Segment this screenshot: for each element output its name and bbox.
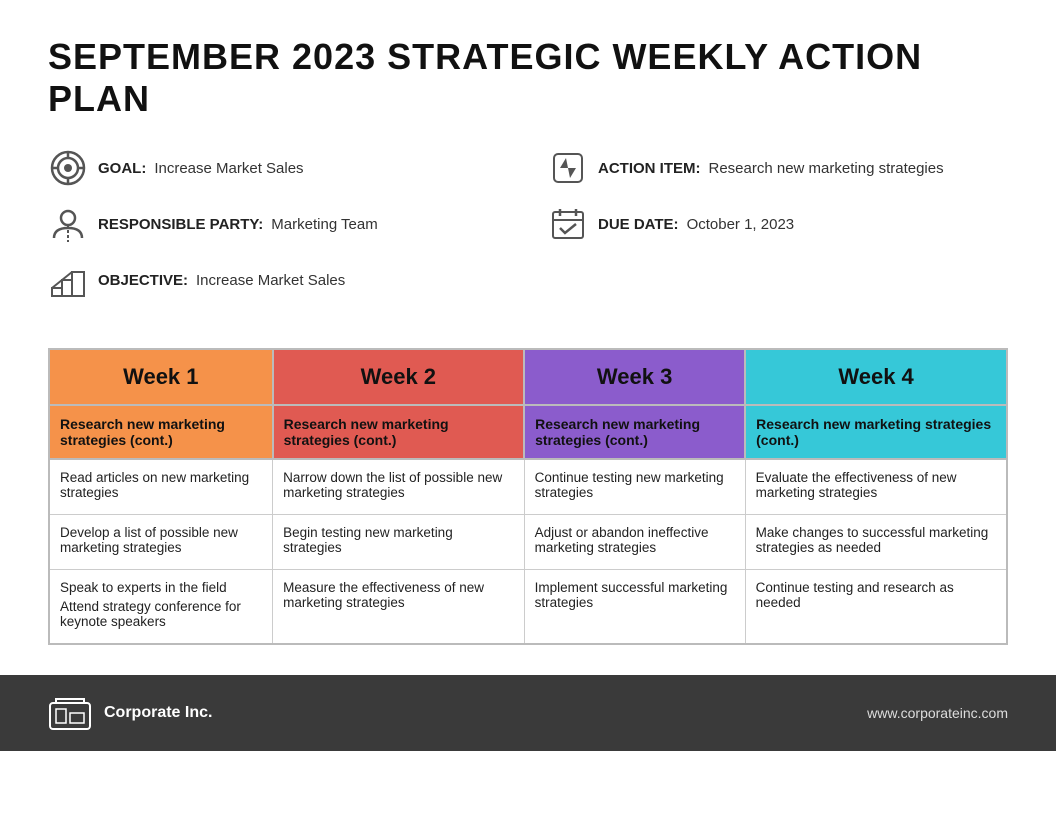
due-label: DUE DATE:	[598, 216, 679, 233]
action-value: Research new marketing strategies	[709, 160, 944, 177]
cell-text: Make changes to successful marketing str…	[756, 525, 996, 555]
cell-text: Speak to experts in the field	[60, 580, 262, 595]
action-row: ACTION ITEM: Research new marketing stra…	[548, 148, 1008, 188]
week3-row2-cell: Adjust or abandon ineffective marketing …	[524, 515, 745, 570]
week2-row1-cell: Narrow down the list of possible new mar…	[273, 459, 524, 515]
action-label: ACTION ITEM:	[598, 160, 701, 177]
due-value: October 1, 2023	[687, 216, 795, 233]
week1-row1-cell: Read articles on new marketing strategie…	[49, 459, 273, 515]
cell-text: Adjust or abandon ineffective marketing …	[535, 525, 735, 555]
responsible-value: Marketing Team	[271, 216, 377, 233]
page-title: SEPTEMBER 2023 STRATEGIC WEEKLY ACTION P…	[48, 36, 1008, 120]
week3-row3-cell: Implement successful marketing strategie…	[524, 570, 745, 645]
week3-row1-cell: Continue testing new marketing strategie…	[524, 459, 745, 515]
week4-row3-cell: Continue testing and research as needed	[745, 570, 1007, 645]
cell-text: Develop a list of possible new marketing…	[60, 525, 262, 555]
due-icon	[548, 204, 588, 244]
footer: Corporate Inc. www.corporateinc.com	[0, 675, 1056, 751]
objective-value: Increase Market Sales	[196, 272, 345, 289]
weekly-table: Week 1 Week 2 Week 3 Week 4 Research new…	[48, 348, 1008, 645]
action-icon	[548, 148, 588, 188]
footer-logo-icon	[48, 695, 92, 731]
week-header-row: Week 1 Week 2 Week 3 Week 4	[49, 349, 1007, 405]
objective-label: OBJECTIVE:	[98, 272, 188, 289]
week4-header: Week 4	[745, 349, 1007, 405]
meta-section: GOAL: Increase Market Sales RESPONSIBLE …	[48, 148, 1008, 316]
goal-value: Increase Market Sales	[154, 160, 303, 177]
goal-label: GOAL:	[98, 160, 146, 177]
week4-row1-cell: Evaluate the effectiveness of new market…	[745, 459, 1007, 515]
week1-row3-cell: Speak to experts in the field Attend stra…	[49, 570, 273, 645]
cell-text: Continue testing new marketing strategie…	[535, 470, 735, 500]
table-row: Develop a list of possible new marketing…	[49, 515, 1007, 570]
objective-icon	[48, 260, 88, 300]
cell-text: Begin testing new marketing strategies	[283, 525, 513, 555]
cell-text: Narrow down the list of possible new mar…	[283, 470, 513, 500]
subheader-row: Research new marketing strategies (cont.…	[49, 405, 1007, 459]
cell-text: Measure the effectiveness of new marketi…	[283, 580, 513, 610]
cell-text: Continue testing and research as needed	[756, 580, 996, 610]
footer-url: www.corporateinc.com	[867, 705, 1008, 721]
responsible-row: RESPONSIBLE PARTY: Marketing Team	[48, 204, 508, 244]
due-row: DUE DATE: October 1, 2023	[548, 204, 1008, 244]
week4-subheader: Research new marketing strategies (cont.…	[745, 405, 1007, 459]
footer-company-name: Corporate Inc.	[104, 704, 212, 722]
table-row: Speak to experts in the field Attend stra…	[49, 570, 1007, 645]
goal-icon	[48, 148, 88, 188]
week1-subheader: Research new marketing strategies (cont.…	[49, 405, 273, 459]
responsible-label: RESPONSIBLE PARTY:	[98, 216, 263, 233]
objective-row: OBJECTIVE: Increase Market Sales	[48, 260, 508, 300]
week4-row2-cell: Make changes to successful marketing str…	[745, 515, 1007, 570]
week1-row2-cell: Develop a list of possible new marketing…	[49, 515, 273, 570]
cell-text: Implement successful marketing strategie…	[535, 580, 735, 610]
week2-row3-cell: Measure the effectiveness of new marketi…	[273, 570, 524, 645]
week2-subheader: Research new marketing strategies (cont.…	[273, 405, 524, 459]
week1-header: Week 1	[49, 349, 273, 405]
week3-header: Week 3	[524, 349, 745, 405]
responsible-icon	[48, 204, 88, 244]
goal-row: GOAL: Increase Market Sales	[48, 148, 508, 188]
cell-text: Read articles on new marketing strategie…	[60, 470, 262, 500]
table-row: Read articles on new marketing strategie…	[49, 459, 1007, 515]
week2-header: Week 2	[273, 349, 524, 405]
cell-text: Evaluate the effectiveness of new market…	[756, 470, 996, 500]
footer-brand: Corporate Inc.	[48, 695, 212, 731]
week3-subheader: Research new marketing strategies (cont.…	[524, 405, 745, 459]
week2-row2-cell: Begin testing new marketing strategies	[273, 515, 524, 570]
cell-text: Attend strategy conference for keynote s…	[60, 599, 262, 629]
